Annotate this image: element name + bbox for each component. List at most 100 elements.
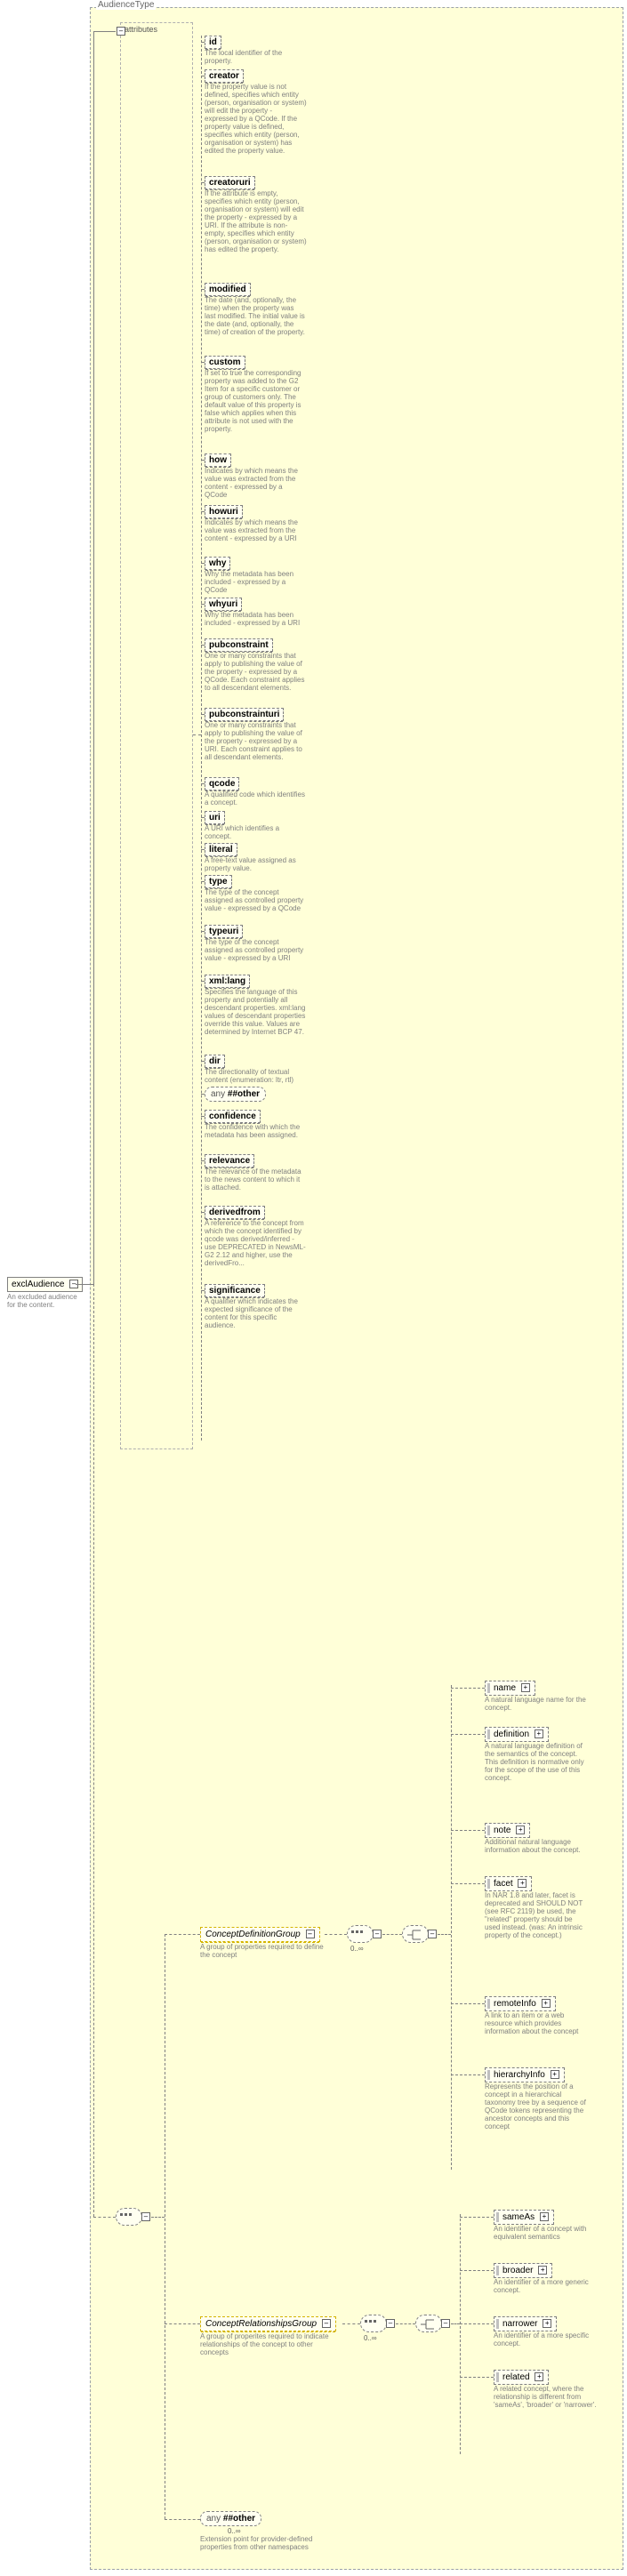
expand-toggle-icon[interactable]: + <box>542 1999 551 2008</box>
attribute-significance: significance <box>205 1284 265 1297</box>
connector <box>165 2323 200 2324</box>
attribute-desc: If the property value is not defined, sp… <box>205 84 307 156</box>
root-element-label: exclAudience <box>12 1280 64 1289</box>
collapse-toggle-icon[interactable]: – <box>386 2319 395 2328</box>
collapse-toggle-icon[interactable]: – <box>306 1930 315 1938</box>
attribute-desc: The date (and, optionally, the time) whe… <box>205 297 307 337</box>
sequence-compositor: – <box>116 2208 142 2226</box>
attribute-confidence: confidence <box>205 1110 261 1123</box>
attribute-desc: Why the metadata has been included - exp… <box>205 612 307 628</box>
element-label: related <box>502 2372 530 2382</box>
expand-toggle-icon[interactable]: + <box>540 2212 549 2221</box>
attributes-label: attributes <box>125 25 157 34</box>
element-desc: An identifier of a more specific concept… <box>494 2332 599 2348</box>
element-label: remoteInfo <box>494 1999 536 2009</box>
attribute-desc: The type of the concept assigned as cont… <box>205 939 307 963</box>
connector <box>451 1734 485 1735</box>
collapse-toggle-icon[interactable]: – <box>373 1930 382 1938</box>
diagram-canvas: AudienceType exclAudience – An excluded … <box>0 0 627 2576</box>
attribute-id: id <box>205 36 221 49</box>
expand-toggle-icon[interactable]: + <box>543 2319 551 2328</box>
group-conceptdefinition[interactable]: ConceptDefinitionGroup – <box>200 1927 320 1942</box>
expand-toggle-icon[interactable]: + <box>516 1826 525 1834</box>
element-related[interactable]: related + <box>494 2370 549 2385</box>
sequence-compositor: – <box>360 2315 387 2332</box>
element-desc: A link to an item or a web resource whic… <box>485 2012 590 2036</box>
element-label: broader <box>502 2266 533 2275</box>
element-definition[interactable]: definition + <box>485 1727 549 1742</box>
connector <box>342 2323 360 2324</box>
element-desc: An identifier of a concept with equivale… <box>494 2226 599 2242</box>
attribute-desc: One or many constraints that apply to pu… <box>205 653 307 693</box>
occurs: 0..∞ <box>350 1945 364 1953</box>
attributes-container: – attributes <box>120 22 193 1449</box>
element-label: hierarchyInfo <box>494 2070 545 2080</box>
attribute-whyuri: whyuri <box>205 598 242 611</box>
collapse-toggle-icon[interactable]: – <box>141 2212 150 2221</box>
connector <box>451 1688 485 1689</box>
connector <box>451 2323 460 2324</box>
attribute-desc: A qualified code which identifies a conc… <box>205 791 307 807</box>
attribute-desc: Why the metadata has been included - exp… <box>205 571 307 595</box>
connector <box>460 2217 494 2218</box>
element-note[interactable]: note + <box>485 1823 530 1838</box>
any-label: any <box>211 1089 225 1099</box>
connector <box>325 1934 347 1935</box>
expand-toggle-icon[interactable]: + <box>551 2070 559 2079</box>
any-element: any ##other <box>200 2511 261 2526</box>
element-hierarchyinfo[interactable]: hierarchyInfo + <box>485 2067 565 2082</box>
attribute-desc: If the attribute is empty, specifies whi… <box>205 190 307 254</box>
element-label: definition <box>494 1729 529 1739</box>
element-desc: A related concept, where the relationshi… <box>494 2386 599 2410</box>
connector <box>396 2323 415 2324</box>
attribute-desc: Indicates by which means the value was e… <box>205 519 307 543</box>
attribute-pubconstraint: pubconstraint <box>205 638 273 652</box>
connector <box>460 2377 494 2378</box>
connector <box>451 1830 485 1831</box>
element-desc: Additional natural language information … <box>485 1839 590 1855</box>
attribute-xml-lang: xml:lang <box>205 975 250 988</box>
any-label: any <box>206 2514 221 2524</box>
attribute-creatoruri: creatoruri <box>205 176 255 189</box>
attribute-qcode: qcode <box>205 777 239 790</box>
group-label: ConceptDefinitionGroup <box>205 1930 301 1939</box>
connector <box>460 2270 494 2271</box>
group-conceptrelationships[interactable]: ConceptRelationshipsGroup – <box>200 2316 336 2331</box>
collapse-toggle-icon[interactable]: – <box>428 1930 437 1938</box>
connector <box>165 1934 200 1935</box>
attribute-derivedfrom: derivedfrom <box>205 1206 265 1219</box>
element-sameas[interactable]: sameAs + <box>494 2210 554 2225</box>
group-label: ConceptRelationshipsGroup <box>205 2319 317 2329</box>
any-desc: Extension point for provider-defined pro… <box>200 2536 325 2552</box>
expand-toggle-icon[interactable]: + <box>535 1729 543 1738</box>
root-element[interactable]: exclAudience – <box>7 1277 83 1292</box>
connector <box>451 1883 485 1884</box>
element-remoteinfo[interactable]: remoteInfo + <box>485 1996 556 2011</box>
connector <box>165 2519 200 2520</box>
occurs: 0..∞ <box>228 2527 241 2535</box>
collapse-toggle-icon[interactable]: – <box>441 2319 450 2328</box>
attr-backbone <box>201 36 202 1440</box>
type-region-label: AudienceType <box>96 0 156 10</box>
element-label: facet <box>494 1879 513 1889</box>
connector <box>193 734 201 735</box>
attribute-creator: creator <box>205 69 244 83</box>
attribute-desc: The confidence with which the metadata h… <box>205 1124 307 1140</box>
attribute-desc: The relevance of the metadata to the new… <box>205 1168 307 1192</box>
attribute-desc: One or many constraints that apply to pu… <box>205 722 307 762</box>
choice-compositor: – <box>402 1925 429 1943</box>
element-name[interactable]: name + <box>485 1681 535 1696</box>
attribute-desc: Specifies the language of this property … <box>205 989 307 1037</box>
expand-toggle-icon[interactable]: + <box>538 2266 547 2275</box>
expand-toggle-icon[interactable]: + <box>518 1879 527 1888</box>
attribute-desc: A reference to the concept from which th… <box>205 1220 307 1268</box>
expand-toggle-icon[interactable]: + <box>535 2372 543 2381</box>
element-narrower[interactable]: narrower + <box>494 2316 557 2331</box>
attribute-desc: If set to true the corresponding propert… <box>205 370 307 434</box>
connector <box>382 1934 402 1935</box>
expand-toggle-icon[interactable]: + <box>521 1683 530 1692</box>
element-label: sameAs <box>502 2212 535 2222</box>
element-facet[interactable]: facet + <box>485 1876 532 1891</box>
element-broader[interactable]: broader + <box>494 2263 552 2278</box>
collapse-toggle-icon[interactable]: – <box>322 2319 331 2328</box>
